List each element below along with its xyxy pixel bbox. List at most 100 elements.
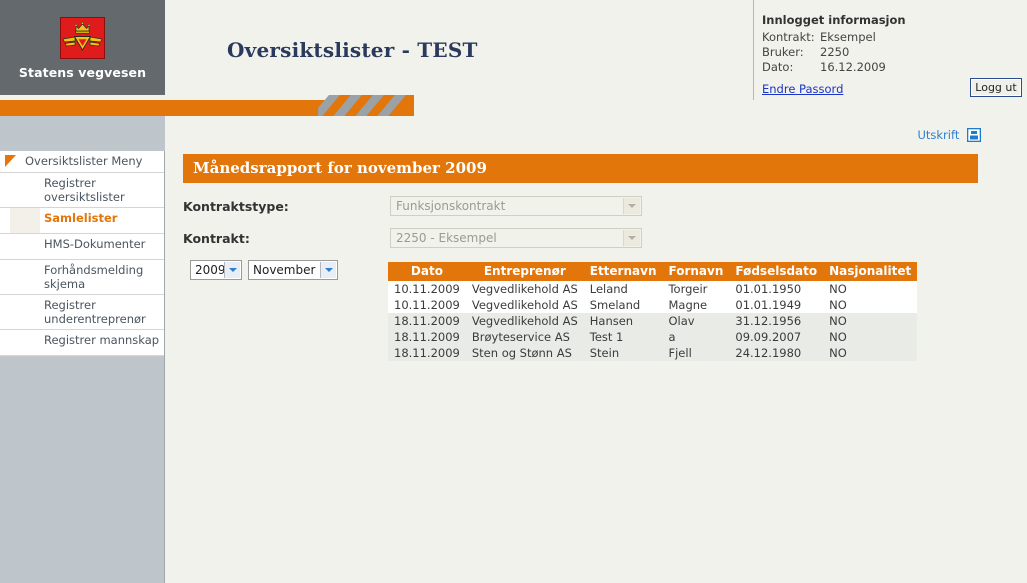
month-select[interactable]: November [248,260,338,280]
table-row: 18.11.2009 Vegvedlikehold AS Hansen Olav… [388,313,918,329]
kontraktstype-select: Funksjonskontrakt [390,196,642,216]
sidebar-item-registrer-oversiktslister[interactable]: Registrer oversiktslister [0,173,164,208]
sidebar-top-spacer [0,116,165,151]
cell-fodselsdato: 24.12.1980 [735,346,802,360]
indent-block [10,295,40,329]
cell-etternavn: Smeland [589,298,641,312]
sidebar-item-label: Registrer underentreprenør [44,298,146,326]
page-title: Oversiktslister - TEST [227,38,478,62]
sidebar-item-forhandsmelding-skjema[interactable]: Forhåndsmelding skjema [0,260,164,295]
accent-bar-gap [414,100,1027,116]
cell-fornavn: Fjell [668,346,692,360]
print-link[interactable]: Utskrift [917,127,982,145]
sidebar: Oversiktslister Meny Registrer oversikts… [0,151,165,583]
cell-entreprenor: Vegvedlikehold AS [471,282,578,296]
cell-dato: 18.11.2009 [394,314,460,328]
cell-nasjonalitet: NO [829,298,847,312]
column-header-fodselsdato[interactable]: Fødselsdato [729,262,824,281]
kontraktstype-label: Kontraktstype: [183,199,289,214]
printer-icon [966,127,982,145]
kontrakt-select: 2250 - Eksempel [390,228,642,248]
sidebar-menu-header[interactable]: Oversiktslister Meny [0,151,164,173]
login-info-title: Innlogget informasjon [762,13,906,27]
dato-label: Dato: [762,60,794,74]
column-header-nasjonalitet[interactable]: Nasjonalitet [823,262,918,281]
cell-entreprenor: Vegvedlikehold AS [471,298,578,312]
cell-fodselsdato: 01.01.1950 [735,282,802,296]
column-header-fornavn[interactable]: Fornavn [662,262,730,281]
cell-dato: 10.11.2009 [394,298,460,312]
kontraktstype-value: Funksjonskontrakt [396,199,506,213]
table-row: 18.11.2009 Brøyteservice AS Test 1 a 09.… [388,329,918,345]
kontrakt-value: Eksempel [820,30,876,44]
sidebar-item-label: HMS-Dokumenter [44,237,146,251]
dato-value: 16.12.2009 [820,60,886,74]
cell-etternavn: Leland [589,282,628,296]
sidebar-menu: Oversiktslister Meny Registrer oversikts… [0,151,164,357]
change-password-link[interactable]: Endre Passord [762,82,843,96]
sidebar-item-label: Registrer oversiktslister [44,176,125,204]
cell-entreprenor: Brøyteservice AS [471,330,570,344]
cell-fornavn: Magne [668,298,708,312]
triangle-marker-icon [5,155,16,167]
chevron-down-icon [224,262,240,278]
column-header-etternavn[interactable]: Etternavn [583,262,663,281]
cell-dato: 10.11.2009 [394,282,460,296]
vegvesen-crown-wing-logo-icon [60,17,105,59]
year-select[interactable]: 2009 [190,260,242,280]
cell-etternavn: Stein [589,346,620,360]
indent-block [10,234,40,259]
cell-dato: 18.11.2009 [394,330,460,344]
table-row: 18.11.2009 Sten og Stønn AS Stein Fjell … [388,345,918,361]
cell-nasjonalitet: NO [829,330,847,344]
print-link-label: Utskrift [917,128,960,142]
sidebar-item-registrer-underentreprenor[interactable]: Registrer underentreprenør [0,295,164,330]
cell-fornavn: Olav [668,314,695,328]
bruker-label: Bruker: [762,45,804,59]
cell-etternavn: Test 1 [589,330,624,344]
sidebar-menu-header-label: Oversiktslister Meny [25,154,143,168]
cell-fodselsdato: 01.01.1949 [735,298,802,312]
indent-block [10,173,40,207]
sidebar-item-registrer-mannskap[interactable]: Registrer mannskap [0,330,164,356]
page-header: Statens vegvesen Oversiktslister - TEST … [0,0,1027,116]
cell-nasjonalitet: NO [829,282,847,296]
cell-fornavn: Torgeir [668,282,708,296]
sidebar-item-samlelister[interactable]: Samlelister [0,208,164,234]
login-info-bruker: Bruker: 2250 [762,45,1027,60]
cell-etternavn: Hansen [589,314,634,328]
cell-dato: 18.11.2009 [394,346,460,360]
column-header-dato[interactable]: Dato [388,262,466,281]
month-value: November [253,263,316,277]
cell-fornavn: a [668,330,676,344]
logout-button[interactable]: Logg ut [970,78,1022,97]
page-root: Statens vegvesen Oversiktslister - TEST … [0,0,1027,583]
brand-name: Statens vegvesen [18,65,147,80]
cell-fodselsdato: 31.12.1956 [735,314,802,328]
table-header: Dato Entreprenør Etternavn Fornavn Fødse… [388,262,918,281]
sidebar-item-label: Samlelister [44,211,118,225]
login-info-dato: Dato: 16.12.2009 [762,60,1027,75]
main-content: Utskrift Månedsrapport for november 2009… [166,116,1027,583]
cell-nasjonalitet: NO [829,346,847,360]
year-value: 2009 [195,263,226,277]
bruker-value: 2250 [820,45,850,59]
sidebar-item-hms-dokumenter[interactable]: HMS-Dokumenter [0,234,164,260]
cell-nasjonalitet: NO [829,314,847,328]
cell-entreprenor: Sten og Stønn AS [471,346,572,360]
chevron-down-icon [320,262,336,278]
sidebar-item-label: Registrer mannskap [44,333,160,347]
indent-block [10,330,40,355]
cell-fodselsdato: 09.09.2007 [735,330,802,344]
kontrakt-value: 2250 - Eksempel [396,231,497,245]
column-header-entreprenor[interactable]: Entreprenør [465,262,584,281]
login-info-kontrakt: Kontrakt: Eksempel [762,30,1027,45]
table-row: 10.11.2009 Vegvedlikehold AS Smeland Mag… [388,297,918,313]
indent-block [10,208,40,233]
table-header-row: Dato Entreprenør Etternavn Fornavn Fødse… [388,262,918,281]
chevron-down-icon [623,198,640,214]
table-body: 10.11.2009 Vegvedlikehold AS Leland Torg… [388,281,918,361]
table-row: 10.11.2009 Vegvedlikehold AS Leland Torg… [388,281,918,297]
chevron-down-icon [623,230,640,246]
cell-entreprenor: Vegvedlikehold AS [471,314,578,328]
